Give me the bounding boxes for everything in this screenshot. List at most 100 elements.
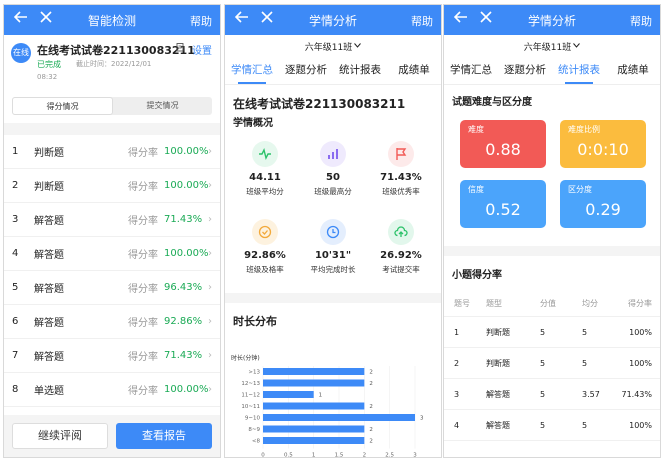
question-score-table: 题号 题型 分值 均分 得分率 1 判断题 5 5 100% 2 判断题 5 5 100% 3 解答题 5 3.57… (444, 291, 660, 441)
question-type: 单选题 (34, 386, 64, 397)
metric-label: 难度比例 (568, 125, 600, 134)
tab-bar: 学情汇总 逐题分析 统计报表 成绩单 (225, 57, 441, 85)
table-cell: 5 (540, 327, 546, 337)
table-row[interactable]: 1 判断题 5 5 100% (444, 317, 660, 348)
list-item[interactable]: 7 解答题 得分率 71.43% › (4, 339, 220, 373)
tab-summary[interactable]: 学情汇总 (444, 57, 498, 84)
top-bar: 学情分析 帮助 (225, 5, 441, 35)
rate-label: 得分率 (128, 182, 158, 193)
score-rate: 100.00% (164, 180, 209, 191)
table-cell: 3.57 (582, 389, 600, 399)
rate-label: 得分率 (128, 250, 158, 261)
stat-caption: 班级优秀率 (382, 187, 420, 196)
table-cell: 3 (454, 389, 460, 399)
continue-review-button[interactable]: 继续评阅 (12, 423, 108, 449)
table-row[interactable]: 4 解答题 5 5 100% (444, 410, 660, 441)
y-tick-label: 10~11 (241, 404, 260, 410)
list-item[interactable]: 4 解答题 得分率 100.00% › (4, 237, 220, 271)
column-header: 题号 (454, 299, 470, 308)
list-item[interactable]: 6 解答题 得分率 92.86% › (4, 305, 220, 339)
help-link[interactable]: 帮助 (411, 13, 433, 29)
question-number: 6 (12, 316, 19, 327)
list-item[interactable]: 3 解答题 得分率 71.43% › (4, 203, 220, 237)
duration-distribution-title: 时长分布 (233, 315, 277, 328)
back-arrow-icon[interactable] (233, 10, 251, 28)
bar (263, 437, 365, 444)
settings-link[interactable]: 设置 (192, 42, 212, 57)
stat-caption: 班级最高分 (314, 187, 352, 196)
class-selector[interactable]: 六年级11班 (444, 35, 660, 57)
close-icon[interactable] (37, 10, 55, 28)
chevron-right-icon: › (208, 316, 212, 327)
tab-scores[interactable]: 成绩单 (606, 57, 660, 84)
section-title: 试题难度与区分度 (452, 97, 532, 108)
close-icon[interactable] (477, 10, 495, 28)
tab-submission[interactable]: 提交情况 (113, 97, 212, 115)
question-type: 解答题 (34, 352, 64, 363)
divider (225, 293, 441, 303)
x-tick-label: 0 (261, 453, 265, 459)
tab-per-question[interactable]: 逐题分析 (279, 57, 333, 84)
chevron-down-icon (354, 41, 362, 51)
stat-caption: 考试提交率 (382, 265, 420, 274)
table-row[interactable]: 2 判断题 5 5 100% (444, 348, 660, 379)
list-item[interactable]: 1 判断题 得分率 100.00% › (4, 135, 220, 169)
pulse-icon (252, 141, 278, 167)
data-label: 2 (369, 439, 373, 445)
rate-label: 得分率 (128, 216, 158, 227)
stat-value: 71.43% (380, 172, 422, 183)
metric-card: 区分度 0.29 (560, 180, 646, 228)
y-tick-label: 12~13 (241, 381, 260, 387)
status-badge: 已完成 (37, 60, 61, 69)
tab-statistics[interactable]: 统计报表 (552, 57, 606, 84)
table-title: 小题得分率 (452, 270, 502, 281)
tab-score[interactable]: 得分情况 (12, 97, 113, 115)
bar (263, 391, 314, 398)
deadline-text: 截止时间：2022/12/01 (76, 60, 152, 68)
rate-label: 得分率 (128, 386, 158, 397)
top-bar: 智能检测 帮助 (4, 5, 220, 35)
table-cell: 5 (582, 420, 588, 430)
flag-icon (388, 141, 414, 167)
tab-summary[interactable]: 学情汇总 (225, 57, 279, 84)
list-item[interactable]: 8 单选题 得分率 100.00% › (4, 373, 220, 407)
divider (444, 246, 660, 256)
divider (4, 123, 220, 135)
document-icon[interactable] (176, 43, 185, 55)
table-cell: 100% (629, 420, 652, 430)
table-cell: 5 (540, 358, 546, 368)
back-arrow-icon[interactable] (12, 10, 30, 28)
tab-scores[interactable]: 成绩单 (387, 57, 441, 84)
help-link[interactable]: 帮助 (630, 13, 652, 29)
statistics-report-screen: 学情分析 帮助 六年级11班 学情汇总 逐题分析 统计报表 成绩单 试题难度与区… (443, 4, 661, 458)
table-cell: 判断题 (486, 358, 510, 368)
metric-value: 0.88 (485, 140, 521, 159)
metric-card: 难度比例 0:0:10 (560, 120, 646, 168)
chevron-down-icon (573, 41, 581, 51)
table-cell: 100% (629, 358, 652, 368)
table-row[interactable]: 3 解答题 5 3.57 71.43% (444, 379, 660, 410)
table-cell: 5 (582, 358, 588, 368)
bar (263, 368, 365, 375)
x-tick-label: 3 (413, 453, 417, 459)
tab-statistics[interactable]: 统计报表 (333, 57, 387, 84)
close-icon[interactable] (258, 10, 276, 28)
back-arrow-icon[interactable] (452, 10, 470, 28)
list-item[interactable]: 2 判断题 得分率 100.00% › (4, 169, 220, 203)
column-header: 得分率 (628, 299, 652, 308)
table-cell: 判断题 (486, 327, 510, 337)
list-item[interactable]: 5 解答题 得分率 96.43% › (4, 271, 220, 305)
table-cell: 5 (540, 420, 546, 430)
metric-cards: 难度 0.88 难度比例 0:0:10 信度 0.52 区分度 0.29 (444, 108, 660, 228)
section-title: 学情概况 (233, 118, 273, 129)
metric-card: 难度 0.88 (460, 120, 546, 168)
bar (263, 402, 365, 410)
top-bar: 学情分析 帮助 (444, 5, 660, 35)
tab-per-question[interactable]: 逐题分析 (498, 57, 552, 84)
rate-label: 得分率 (128, 148, 158, 159)
class-selector[interactable]: 六年级11班 (225, 35, 441, 57)
help-link[interactable]: 帮助 (190, 13, 212, 29)
view-report-button[interactable]: 查看报告 (116, 423, 212, 449)
question-list: 1 判断题 得分率 100.00% › 2 判断题 得分率 100.00% › 3 解答题 得分率 71.… (4, 135, 220, 407)
duration-bar-chart: 时长(分钟) 0 0.5 1 1.5 2 2.5 3 >13 2 12~13 2 11~12 1 10~11… (231, 354, 424, 459)
